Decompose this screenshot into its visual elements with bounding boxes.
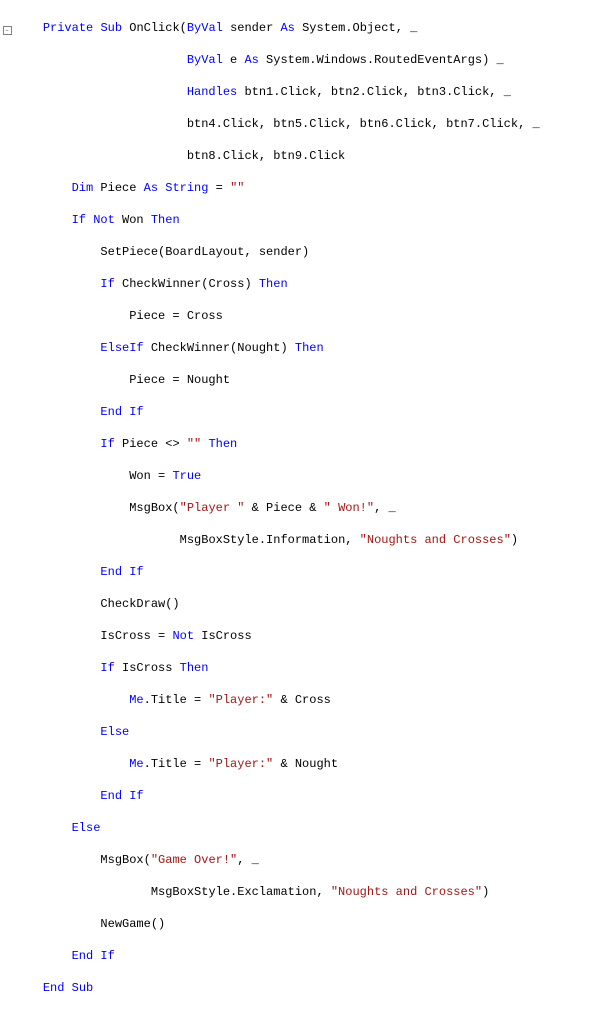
str-player-colon: "Player:" (208, 693, 273, 707)
kw-if: If (100, 661, 114, 675)
kw-end: End (100, 565, 122, 579)
str-player: "Player " (180, 501, 245, 515)
kw-if: If (100, 277, 114, 291)
me-title-eq: .Title = (144, 693, 209, 707)
ident-systemobject: System.Object, _ (295, 21, 417, 35)
str-won: " Won!" (324, 501, 374, 515)
call-msgbox: MsgBox( (100, 853, 150, 867)
kw-as: As (144, 181, 158, 195)
assign-iscross: IsCross = (100, 629, 172, 643)
ident-sender: sender (223, 21, 281, 35)
kw-if: If (100, 437, 114, 451)
kw-if-tail: If (122, 405, 144, 419)
kw-not: Not (172, 629, 194, 643)
kw-then: Then (208, 437, 237, 451)
handles-line2: btn4.Click, btn5.Click, btn6.Click, btn7… (187, 117, 540, 131)
call-msgbox: MsgBox( (129, 501, 179, 515)
call-setpiece: SetPiece(BoardLayout, sender) (100, 245, 309, 259)
kw-then: Then (151, 213, 180, 227)
handles-line3: btn8.Click, btn9.Click (187, 149, 345, 163)
call-newgame: NewGame() (100, 917, 165, 931)
call-checkwinner-nought: CheckWinner(Nought) (144, 341, 295, 355)
ident-piece: Piece (93, 181, 143, 195)
expr-piece-ne: Piece <> (115, 437, 187, 451)
str-player-colon: "Player:" (208, 757, 273, 771)
kw-me: Me (129, 757, 143, 771)
cont: , _ (237, 853, 259, 867)
ident-iscross: IsCross (201, 629, 251, 643)
str-empty: "" (187, 437, 201, 451)
kw-true: True (172, 469, 201, 483)
str-title: "Noughts and Crosses" (331, 885, 482, 899)
assign-piece-cross: Piece = Cross (129, 309, 223, 323)
kw-then: Then (295, 341, 324, 355)
call-checkwinner-cross: CheckWinner(Cross) (115, 277, 259, 291)
kw-dim: Dim (72, 181, 94, 195)
kw-elseif: ElseIf (100, 341, 143, 355)
amp-cross: & Cross (273, 693, 331, 707)
minus-icon[interactable]: - (3, 26, 12, 35)
kw-byval: ByVal (187, 21, 223, 35)
kw-as: As (244, 53, 258, 67)
close: ) (511, 533, 518, 547)
kw-me: Me (129, 693, 143, 707)
amp-nought: & Nought (273, 757, 338, 771)
kw-if-tail: If (122, 565, 144, 579)
ident-iscross-cond: IsCross (115, 661, 180, 675)
fold-gutter[interactable]: - (0, 20, 14, 36)
str-empty: "" (230, 181, 244, 195)
ident-won: Won (115, 213, 151, 227)
kw-sub: Sub (100, 21, 122, 35)
kw-handles: Handles (187, 85, 237, 99)
code-block: - Private Sub OnClick(ByVal sender As Sy… (0, 0, 608, 1012)
kw-if-tail: If (122, 789, 144, 803)
assign-won: Won = (129, 469, 172, 483)
str-title: "Noughts and Crosses" (360, 533, 511, 547)
kw-then: Then (259, 277, 288, 291)
ident-e: e (223, 53, 245, 67)
kw-end: End (72, 949, 94, 963)
amp-piece: & Piece & (244, 501, 323, 515)
ident-routedeventargs: System.Windows.RoutedEventArgs) _ (259, 53, 504, 67)
kw-else: Else (72, 821, 101, 835)
msgbox-info: MsgBoxStyle.Information, (180, 533, 360, 547)
kw-then: Then (180, 661, 209, 675)
kw-if-tail: If (93, 949, 115, 963)
cont: , _ (374, 501, 396, 515)
kw-end-sub: End (43, 981, 65, 995)
kw-byval: ByVal (187, 53, 223, 67)
eq: = (208, 181, 230, 195)
kw-not: Not (93, 213, 115, 227)
kw-end: End (100, 405, 122, 419)
me-title-eq: .Title = (144, 757, 209, 771)
kw-end: End (100, 789, 122, 803)
kw-private: Private (43, 21, 93, 35)
str-gameover: "Game Over!" (151, 853, 237, 867)
kw-sub-tail: Sub (72, 981, 94, 995)
kw-as: As (280, 21, 294, 35)
close: ) (482, 885, 489, 899)
msgbox-excl: MsgBoxStyle.Exclamation, (151, 885, 331, 899)
ident-onclick: OnClick( (122, 21, 187, 35)
call-checkdraw: CheckDraw() (100, 597, 179, 611)
kw-if: If (72, 213, 86, 227)
handles-line1: btn1.Click, btn2.Click, btn3.Click, _ (237, 85, 511, 99)
kw-string: String (165, 181, 208, 195)
kw-else: Else (100, 725, 129, 739)
assign-piece-nought: Piece = Nought (129, 373, 230, 387)
